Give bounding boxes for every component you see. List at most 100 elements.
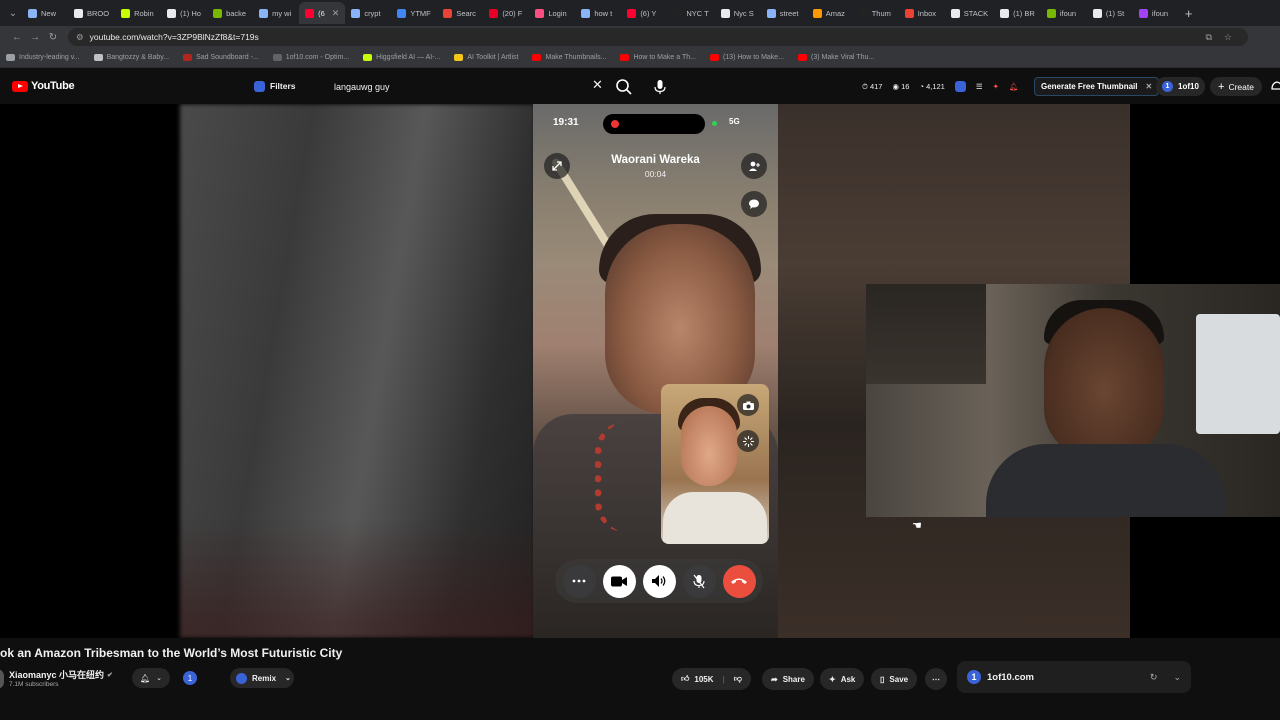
- browser-tab[interactable]: ifoun: [1041, 2, 1087, 24]
- tab-favicon-icon: [351, 8, 361, 18]
- chevron-down-icon[interactable]: ⌄: [1173, 672, 1181, 683]
- clear-search-icon[interactable]: ✕: [592, 77, 603, 93]
- browser-tab[interactable]: (6) Y: [621, 2, 667, 24]
- phone-signal-text: 5G: [729, 117, 740, 126]
- generate-thumbnail-button[interactable]: Generate Free Thumbnail ✕: [1034, 77, 1160, 96]
- install-app-icon[interactable]: ⧉: [1205, 32, 1211, 43]
- voice-search-icon[interactable]: [648, 75, 672, 99]
- speaker-icon[interactable]: [642, 564, 676, 598]
- self-view-pip[interactable]: [661, 384, 769, 544]
- more-options-icon[interactable]: [562, 564, 596, 598]
- end-call-icon[interactable]: [722, 564, 756, 598]
- close-icon[interactable]: ✕: [1145, 82, 1152, 91]
- browser-tab[interactable]: (1) St: [1087, 2, 1133, 24]
- mute-icon[interactable]: [682, 564, 716, 598]
- browser-tab[interactable]: Login: [529, 2, 575, 24]
- tab-label: BROO: [87, 8, 110, 18]
- search-icon[interactable]: [614, 77, 634, 97]
- browser-tab[interactable]: New: [22, 2, 68, 24]
- site-info-icon[interactable]: ⚙: [76, 32, 84, 43]
- browser-tab[interactable]: YTMF: [391, 2, 437, 24]
- ask-button[interactable]: ✦ Ask: [820, 668, 865, 690]
- create-button[interactable]: + Create: [1210, 77, 1262, 96]
- browser-tab[interactable]: my wi: [253, 2, 299, 24]
- browser-tab[interactable]: how t: [575, 2, 621, 24]
- filter-extension-icon: [254, 80, 265, 92]
- browser-tab[interactable]: Amaz: [807, 2, 853, 24]
- video-player[interactable]: 19:31 5G Waorani Wareka 00:04 ☚: [0, 104, 1280, 638]
- browser-tab[interactable]: street: [761, 2, 807, 24]
- browser-tab[interactable]: (20) F: [483, 2, 529, 24]
- bookmark-item[interactable]: (13) How to Make...: [709, 54, 784, 61]
- bookmark-star-icon[interactable]: ☆: [1224, 32, 1232, 43]
- add-person-icon[interactable]: [741, 153, 767, 179]
- browser-tab[interactable]: Inbox: [899, 2, 945, 24]
- subscription-bell-button[interactable]: 🔔︎ ⌄: [132, 668, 170, 688]
- notifications-icon[interactable]: [1270, 80, 1280, 92]
- bookmark-item[interactable]: Industry-leading v...: [6, 54, 80, 61]
- pin-icon[interactable]: ✦: [993, 82, 999, 91]
- browser-tab[interactable]: backe: [207, 2, 253, 24]
- bookmark-item[interactable]: How to Make a Th...: [620, 54, 696, 61]
- browser-tab[interactable]: NYC T: [667, 2, 714, 24]
- bookmark-item[interactable]: Make Thumbnails...: [532, 54, 606, 61]
- reload-icon[interactable]: ↻: [44, 32, 62, 43]
- browser-tab[interactable]: STACK: [945, 2, 994, 24]
- refresh-icon[interactable]: ↻: [1150, 672, 1158, 683]
- browser-tab[interactable]: (1) Ho: [161, 2, 207, 24]
- filters-button[interactable]: Filters: [248, 77, 302, 95]
- youtube-logo[interactable]: YouTube: [12, 80, 75, 92]
- back-icon[interactable]: ←: [8, 32, 26, 43]
- url-field[interactable]: ⚙ youtube.com/watch?v=3ZP9BlNzZf8&t=719s…: [68, 28, 1248, 46]
- remix-button[interactable]: Remix ⌄: [230, 668, 294, 688]
- sparkle-icon: ✦: [829, 674, 836, 684]
- webcam-window: [1196, 314, 1280, 434]
- list-icon[interactable]: ☰: [976, 82, 983, 91]
- tab-label: Robin: [134, 8, 154, 18]
- bookmark-label: Industry-leading v...: [19, 54, 80, 61]
- divider: |: [722, 674, 725, 684]
- tab-close-icon[interactable]: ✕: [332, 8, 340, 19]
- browser-tab[interactable]: Nyc S: [715, 2, 761, 24]
- channel-name[interactable]: Xiaomanyc 小马在纽约 ✔: [9, 668, 113, 681]
- more-actions-button[interactable]: ⋯: [925, 668, 947, 690]
- bookmark-item[interactable]: AI Toolkit | Artlist: [454, 54, 518, 61]
- thumbs-down-icon[interactable]: 👎︎: [734, 674, 742, 684]
- oneof10-side-panel[interactable]: 1 1of10.com ↻ ⌄: [957, 661, 1191, 693]
- save-button[interactable]: ▯ Save: [871, 668, 918, 690]
- oneof10-logo-icon: 1: [967, 670, 981, 684]
- browser-tab[interactable]: BROO: [68, 2, 115, 24]
- camera-icon[interactable]: [737, 394, 759, 416]
- oneof10-badge-icon[interactable]: 1: [183, 671, 197, 685]
- browser-tab[interactable]: Searc: [437, 2, 483, 24]
- tab-search-icon[interactable]: ⌄: [4, 8, 22, 19]
- like-button[interactable]: 👍︎ 105K | 👎︎: [672, 668, 751, 690]
- bookmark-item[interactable]: (3) Make Viral Thu...: [798, 54, 874, 61]
- bookmark-item[interactable]: 1of10.com - Optim...: [272, 54, 350, 61]
- forward-icon[interactable]: →: [26, 32, 44, 43]
- browser-tab[interactable]: crypt: [345, 2, 391, 24]
- video-toggle-icon[interactable]: [602, 564, 636, 598]
- bookmark-item[interactable]: Sad Soundboard -...: [183, 54, 259, 61]
- browser-tab[interactable]: Robin: [115, 2, 161, 24]
- browser-tab[interactable]: (6 ✕: [299, 2, 346, 24]
- oneof10-button[interactable]: 1 1of10: [1156, 77, 1205, 96]
- filters-label: Filters: [270, 81, 296, 91]
- channel-avatar[interactable]: [0, 669, 4, 689]
- new-tab-button[interactable]: +: [1185, 6, 1193, 21]
- more-icon: ⋯: [932, 674, 940, 684]
- browser-tab[interactable]: ifoun: [1133, 2, 1179, 24]
- share-button[interactable]: ➦ Share: [762, 668, 814, 690]
- message-icon[interactable]: [741, 191, 767, 217]
- bookmark-item[interactable]: Higgsfield AI — AI-...: [363, 54, 440, 61]
- webcam-shelf: [866, 284, 986, 384]
- effects-icon[interactable]: [737, 430, 759, 452]
- browser-tab[interactable]: Thum: [853, 2, 899, 24]
- browser-tab[interactable]: (1) BR: [994, 2, 1041, 24]
- notification-alert-icon[interactable]: 🔔︎: [1009, 82, 1019, 91]
- tab-favicon-icon: [950, 8, 960, 18]
- extension-icon[interactable]: [954, 81, 966, 92]
- bookmark-label: 1of10.com - Optim...: [285, 54, 350, 61]
- search-input[interactable]: langauwg guy: [326, 76, 610, 98]
- bookmark-item[interactable]: Bangtozzy & Baby...: [93, 54, 169, 61]
